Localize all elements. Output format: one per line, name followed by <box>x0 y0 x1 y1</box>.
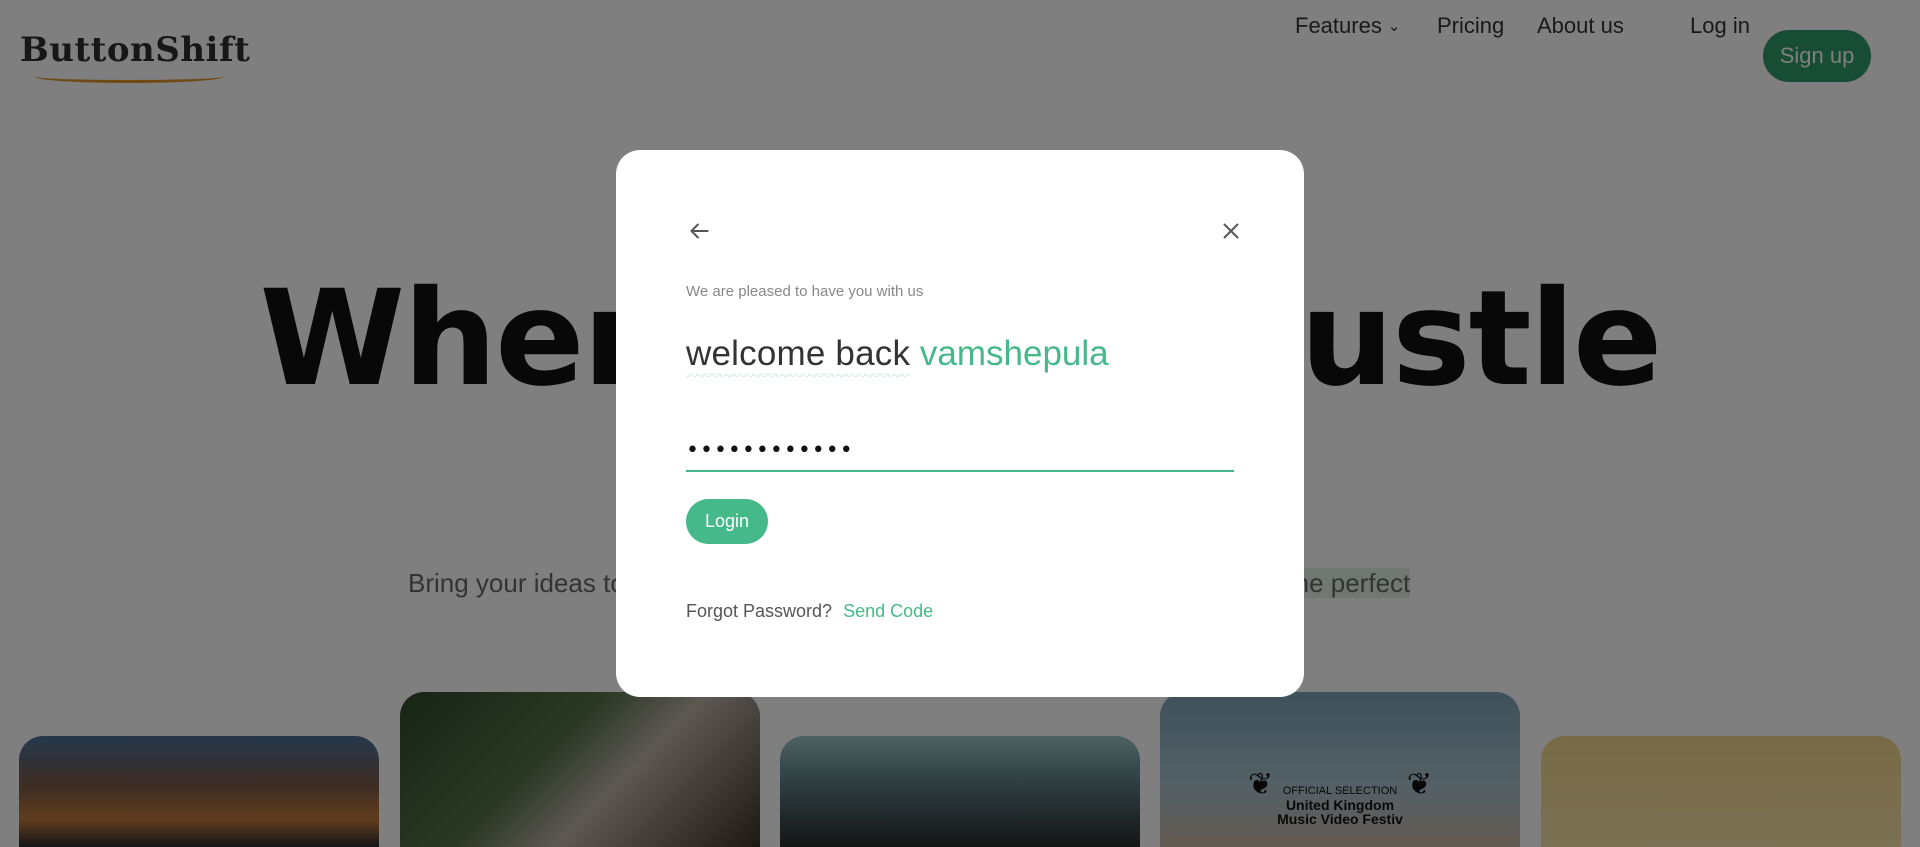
forgot-password-row: Forgot Password? Send Code <box>686 601 933 622</box>
page: ButtonShift Features⌄ Pricing About us L… <box>0 0 1920 847</box>
modal-tagline: We are pleased to have you with us <box>686 283 924 300</box>
arrow-left-icon[interactable] <box>686 218 712 244</box>
login-modal: We are pleased to have you with us welco… <box>616 150 1304 697</box>
forgot-password-label: Forgot Password? <box>686 601 833 621</box>
close-icon[interactable] <box>1218 218 1244 244</box>
send-code-link[interactable]: Send Code <box>843 601 933 621</box>
welcome-text: welcome back <box>686 334 911 373</box>
welcome-heading: welcome back vamshepula <box>686 334 1109 374</box>
username: vamshepula <box>919 334 1109 373</box>
password-field[interactable] <box>686 430 1234 472</box>
login-button[interactable]: Login <box>686 499 768 544</box>
